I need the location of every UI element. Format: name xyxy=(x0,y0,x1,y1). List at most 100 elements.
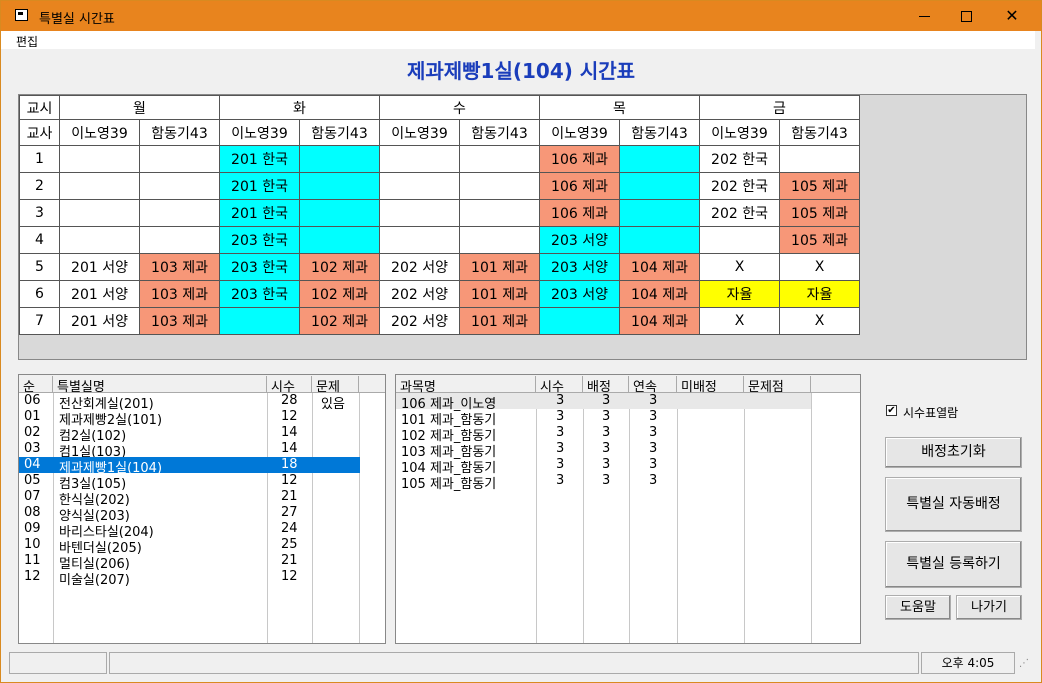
timetable-cell[interactable]: 203 한국 xyxy=(219,253,300,281)
timetable-cell[interactable]: 103 제과 xyxy=(139,280,220,308)
title-bar[interactable]: 특별실 시간표 ✕ xyxy=(1,1,1041,31)
timetable-cell[interactable] xyxy=(699,226,780,254)
timetable-cell[interactable] xyxy=(619,145,700,173)
subject-row[interactable]: 105 제과_함동기 3 3 3 xyxy=(396,473,811,492)
timetable-cell[interactable]: X xyxy=(779,253,860,281)
timetable-cell[interactable]: 101 제과 xyxy=(459,280,540,308)
room-row[interactable]: 05 컴3실(105) 12 xyxy=(19,473,360,492)
timetable-cell[interactable] xyxy=(59,199,140,227)
subject-row[interactable]: 102 제과_함동기 3 3 3 xyxy=(396,425,811,444)
room-row[interactable]: 07 한식실(202) 21 xyxy=(19,489,360,508)
timetable-cell[interactable]: 201 서양 xyxy=(59,280,140,308)
room-row[interactable]: 06 전산회계실(201) 28 있음 xyxy=(19,393,360,412)
close-button[interactable]: ✕ xyxy=(989,1,1035,31)
register-room-button[interactable]: 특별실 등록하기 xyxy=(885,541,1022,588)
timetable-cell[interactable]: 201 한국 xyxy=(219,172,300,200)
timetable-cell[interactable] xyxy=(619,172,700,200)
timetable-cell[interactable] xyxy=(379,199,460,227)
menu-edit[interactable]: 편집 xyxy=(16,33,38,50)
timetable-cell[interactable] xyxy=(379,145,460,173)
maximize-button[interactable] xyxy=(943,1,989,31)
subject-row[interactable]: 106 제과_이노영 3 3 3 xyxy=(396,393,811,412)
timetable-cell[interactable] xyxy=(459,172,540,200)
timetable-cell[interactable]: 201 한국 xyxy=(219,199,300,227)
room-row[interactable]: 10 바텐더실(205) 25 xyxy=(19,537,360,556)
subject-list[interactable]: 과목명 시수 배정 연속 미배정 문제점 106 제과_이노영 3 3 3 101 제과… xyxy=(395,374,861,644)
timetable-cell[interactable] xyxy=(299,172,380,200)
timetable-cell[interactable] xyxy=(139,226,220,254)
timetable-cell[interactable]: 105 제과 xyxy=(779,226,860,254)
timetable-cell[interactable] xyxy=(219,307,300,335)
timetable-cell[interactable]: 203 서양 xyxy=(539,280,620,308)
timetable-cell[interactable]: 202 서양 xyxy=(379,307,460,335)
checkbox-box[interactable]: ✔ xyxy=(886,405,897,416)
timetable-cell[interactable]: 102 제과 xyxy=(299,307,380,335)
timetable-cell[interactable]: 104 제과 xyxy=(619,280,700,308)
timetable-cell[interactable] xyxy=(59,172,140,200)
room-row[interactable]: 08 양식실(203) 27 xyxy=(19,505,360,524)
timetable-cell[interactable] xyxy=(379,226,460,254)
auto-assign-button[interactable]: 특별실 자동배정 xyxy=(885,477,1022,532)
room-row[interactable]: 12 미술실(207) 12 xyxy=(19,569,360,588)
timetable-cell[interactable] xyxy=(539,307,620,335)
timetable-cell[interactable] xyxy=(619,199,700,227)
resize-grip-icon[interactable]: ⋰ xyxy=(1019,658,1033,672)
room-row[interactable]: 11 멀티실(206) 21 xyxy=(19,553,360,572)
room-col-no[interactable]: 순 xyxy=(19,376,53,395)
timetable-cell[interactable]: 106 제과 xyxy=(539,172,620,200)
room-col-name[interactable]: 특별실명 xyxy=(53,376,267,395)
timetable-cell[interactable] xyxy=(459,145,540,173)
subject-col-problems[interactable]: 문제점 xyxy=(744,376,811,395)
timetable-cell[interactable]: 202 한국 xyxy=(699,145,780,173)
timetable-cell[interactable]: 102 제과 xyxy=(299,253,380,281)
timetable-cell[interactable]: 203 한국 xyxy=(219,226,300,254)
timetable-cell[interactable]: 202 서양 xyxy=(379,253,460,281)
subject-row[interactable]: 101 제과_함동기 3 3 3 xyxy=(396,409,811,428)
subject-col-assigned[interactable]: 배정 xyxy=(583,376,629,395)
subject-col-unassigned[interactable]: 미배정 xyxy=(677,376,744,395)
reset-assignment-button[interactable]: 배정초기화 xyxy=(885,437,1022,468)
subject-col-consecutive[interactable]: 연속 xyxy=(629,376,677,395)
timetable-cell[interactable] xyxy=(779,145,860,173)
timetable-cell[interactable]: 104 제과 xyxy=(619,253,700,281)
room-row[interactable]: 02 컴2실(102) 14 xyxy=(19,425,360,444)
timetable-cell[interactable]: 104 제과 xyxy=(619,307,700,335)
timetable-cell[interactable] xyxy=(459,199,540,227)
subject-row[interactable]: 103 제과_함동기 3 3 3 xyxy=(396,441,811,460)
timetable-cell[interactable]: 101 제과 xyxy=(459,253,540,281)
timetable-cell[interactable]: 201 한국 xyxy=(219,145,300,173)
timetable-cell[interactable]: 105 제과 xyxy=(779,172,860,200)
timetable-cell[interactable]: 203 서양 xyxy=(539,253,620,281)
room-col-issue[interactable]: 문제 xyxy=(312,376,359,395)
timetable-cell[interactable]: 106 제과 xyxy=(539,199,620,227)
timetable-cell[interactable] xyxy=(59,145,140,173)
subject-row[interactable]: 104 제과_함동기 3 3 3 xyxy=(396,457,811,476)
timetable-cell[interactable] xyxy=(459,226,540,254)
timetable-cell[interactable]: 105 제과 xyxy=(779,199,860,227)
timetable-cell[interactable]: 201 서양 xyxy=(59,253,140,281)
room-list[interactable]: 순 특별실명 시수 문제 06 전산회계실(201) 28 있음 01 제과제빵2실(10… xyxy=(18,374,386,644)
timetable-cell[interactable]: X xyxy=(779,307,860,335)
timetable-cell[interactable] xyxy=(59,226,140,254)
room-row[interactable]: 04 제과제빵1실(104) 18 xyxy=(19,457,360,476)
timetable-cell[interactable] xyxy=(299,226,380,254)
timetable-cell[interactable]: 201 서양 xyxy=(59,307,140,335)
timetable-cell[interactable]: 106 제과 xyxy=(539,145,620,173)
subject-col-hours[interactable]: 시수 xyxy=(536,376,583,395)
timetable-cell[interactable] xyxy=(299,145,380,173)
timetable-cell[interactable]: 102 제과 xyxy=(299,280,380,308)
timetable-cell[interactable] xyxy=(139,172,220,200)
help-button[interactable]: 도움말 xyxy=(885,595,951,620)
timetable-cell[interactable]: 자율 xyxy=(779,280,860,308)
timetable-cell[interactable]: X xyxy=(699,307,780,335)
timetable-cell[interactable] xyxy=(139,199,220,227)
timetable-cell[interactable] xyxy=(379,172,460,200)
timetable-cell[interactable] xyxy=(619,226,700,254)
room-col-hours[interactable]: 시수 xyxy=(267,376,312,395)
timetable-cell[interactable]: 202 서양 xyxy=(379,280,460,308)
timetable-cell[interactable]: X xyxy=(699,253,780,281)
timetable-cell[interactable]: 101 제과 xyxy=(459,307,540,335)
timetable-cell[interactable] xyxy=(139,145,220,173)
room-row[interactable]: 09 바리스타실(204) 24 xyxy=(19,521,360,540)
exit-button[interactable]: 나가기 xyxy=(956,595,1022,620)
